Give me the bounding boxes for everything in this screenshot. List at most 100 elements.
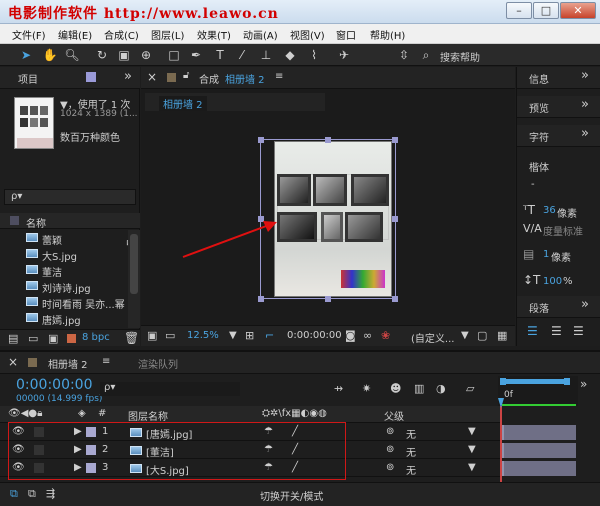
pickwhip-icon[interactable]: ⊚ <box>386 444 394 455</box>
list-item[interactable]: 时间看雨 吴亦...幂 <box>0 294 128 311</box>
vertical-scale-value[interactable]: 100 <box>543 276 562 287</box>
close-button[interactable]: ✕ <box>560 2 596 19</box>
menu-help[interactable]: 帮助(H) <box>370 27 405 42</box>
new-comp-icon[interactable]: ▣ <box>48 332 58 345</box>
list-item[interactable]: 唐嫣.jpg <box>0 310 128 327</box>
info-tab[interactable]: 信息 <box>529 71 549 86</box>
transform-handle[interactable] <box>325 137 331 143</box>
delete-icon[interactable]: 🗑︎ <box>124 331 139 345</box>
puppet-tool-icon[interactable]: ✈ <box>336 47 352 63</box>
panel-overflow-icon[interactable]: » <box>581 68 589 83</box>
layer-duration-bar[interactable] <box>502 461 576 476</box>
minimize-button[interactable]: – <box>506 2 532 19</box>
grid-icon[interactable]: ▢ <box>477 329 487 342</box>
search-icon[interactable]: ⌕ <box>418 47 434 63</box>
pan-tool-icon[interactable]: ⊕ <box>138 47 154 63</box>
preview-tab[interactable]: 预览 <box>529 100 549 115</box>
stroke-width-value[interactable]: 1 <box>543 249 549 260</box>
menu-edit[interactable]: 编辑(E) <box>58 27 92 42</box>
menu-effect[interactable]: 效果(T) <box>197 27 231 42</box>
comp-mini-flowchart-icon[interactable]: ⇸ <box>334 382 343 395</box>
transform-handle[interactable] <box>325 296 331 302</box>
character-tab[interactable]: 字符 <box>529 129 549 144</box>
font-size-value[interactable]: 36 <box>543 205 556 216</box>
list-item[interactable]: 刘诗诗.jpg <box>0 278 128 295</box>
list-item[interactable]: 大S.jpg <box>0 246 128 263</box>
fit-icon[interactable]: ⊞ <box>245 329 254 342</box>
rectangle-tool-icon[interactable]: □ <box>166 47 182 63</box>
zoom-level[interactable]: 12.5% <box>187 330 219 341</box>
zoom-dropdown-icon[interactable]: ▼ <box>229 330 237 341</box>
render-queue-tab[interactable]: 渲染队列 <box>138 356 178 371</box>
project-scrollbar[interactable] <box>128 230 140 328</box>
kerning-value[interactable]: 度量标准 <box>543 223 583 238</box>
panel-overflow-icon[interactable]: » <box>581 126 589 141</box>
project-tab[interactable]: 项目 <box>18 71 38 86</box>
time-ruler[interactable]: 0f <box>498 376 578 406</box>
menu-layer[interactable]: 图层(L) <box>151 27 184 42</box>
view-mode[interactable]: (自定义... <box>411 330 454 345</box>
new-folder-icon[interactable]: ▭ <box>28 332 38 345</box>
work-area-start-handle[interactable] <box>500 378 506 385</box>
pickwhip-icon[interactable]: ⊚ <box>386 426 394 437</box>
frame-blend-icon[interactable]: ▥ <box>414 382 424 395</box>
layer-switches-icon[interactable]: ⧉ <box>10 487 18 501</box>
parent-dropdown-icon[interactable]: ▼ <box>468 444 476 455</box>
panel-menu-icon[interactable]: ≡ <box>102 356 110 367</box>
menu-view[interactable]: 视图(V) <box>290 27 325 42</box>
maximize-button[interactable]: □ <box>533 2 559 19</box>
parent-value[interactable]: 无 <box>406 462 416 477</box>
panel-close-icon[interactable]: × <box>8 355 18 369</box>
name-column-header[interactable]: 名称 <box>26 215 46 230</box>
stamp-tool-icon[interactable]: ⊥ <box>258 47 274 63</box>
rotate-tool-icon[interactable]: ↻ <box>94 47 110 63</box>
panel-close-icon[interactable]: × <box>147 70 157 84</box>
view-dropdown-icon[interactable]: ▼ <box>461 330 469 341</box>
layer-name-column-header[interactable]: 图层名称 <box>128 408 168 423</box>
hand-tool-icon[interactable]: ✋ <box>42 47 58 63</box>
search-help-label[interactable]: 搜索帮助 <box>440 49 480 64</box>
align-right-icon[interactable]: ☰ <box>573 324 584 338</box>
zoom-tool-icon[interactable]: 🔍︎ <box>64 47 80 63</box>
show-snapshot-icon[interactable]: ∞ <box>363 329 372 342</box>
panel-overflow-icon[interactable]: » <box>580 377 587 391</box>
parent-dropdown-icon[interactable]: ▼ <box>468 426 476 437</box>
graph-editor-icon[interactable]: ▱ <box>466 382 474 395</box>
menu-file[interactable]: 文件(F) <box>12 27 46 42</box>
in-out-icon[interactable]: ⇶ <box>46 487 55 500</box>
transform-handle[interactable] <box>258 137 264 143</box>
timeline-search-input[interactable]: ρ▾ <box>100 382 240 396</box>
list-item[interactable]: 蕾颖品 <box>0 230 137 247</box>
workspace-icon[interactable]: ⇳ <box>396 47 412 63</box>
text-tool-icon[interactable]: T <box>212 47 228 63</box>
list-item[interactable]: 董洁 <box>0 262 128 279</box>
panel-overflow-icon[interactable]: » <box>124 69 132 84</box>
region-icon[interactable]: ⌐ <box>265 329 274 342</box>
timeline-tab[interactable]: 相册墙 2 <box>48 356 88 371</box>
eraser-tool-icon[interactable]: ◆ <box>282 47 298 63</box>
panel-overflow-icon[interactable]: » <box>581 97 589 112</box>
snapshot-icon[interactable]: ◙ <box>345 329 356 342</box>
transparency-icon[interactable]: ▦ <box>497 329 507 342</box>
layer-duration-bar[interactable] <box>502 443 576 458</box>
parent-value[interactable]: 无 <box>406 444 416 459</box>
align-center-icon[interactable]: ☰ <box>551 324 562 338</box>
selection-tool-icon[interactable]: ➤ <box>18 47 34 63</box>
pen-tool-icon[interactable]: ✒ <box>188 47 204 63</box>
transform-handle[interactable] <box>392 296 398 302</box>
align-left-icon[interactable]: ☰ <box>527 324 538 338</box>
always-preview-icon[interactable]: ▣ <box>147 329 157 342</box>
transfer-controls-icon[interactable]: ⧉ <box>28 487 36 501</box>
layer-duration-bar[interactable] <box>502 425 576 440</box>
comp-timecode[interactable]: 0:00:00:00 <box>287 330 342 341</box>
pickwhip-icon[interactable]: ⊚ <box>386 462 394 473</box>
timeline-timecode[interactable]: 0:00:00:00 <box>16 377 93 393</box>
draft-3d-icon[interactable]: ✷ <box>362 382 371 395</box>
comp-tab-name[interactable]: 相册墙 2 <box>225 71 265 86</box>
bpc-value[interactable]: 8 bpc <box>82 332 110 343</box>
comp-subtab[interactable]: 相册墙 2 <box>159 96 207 111</box>
parent-dropdown-icon[interactable]: ▼ <box>468 462 476 473</box>
channel-icon[interactable]: ❀ <box>381 329 390 342</box>
roto-tool-icon[interactable]: ⌇ <box>306 47 322 63</box>
panel-overflow-icon[interactable]: » <box>581 297 589 312</box>
